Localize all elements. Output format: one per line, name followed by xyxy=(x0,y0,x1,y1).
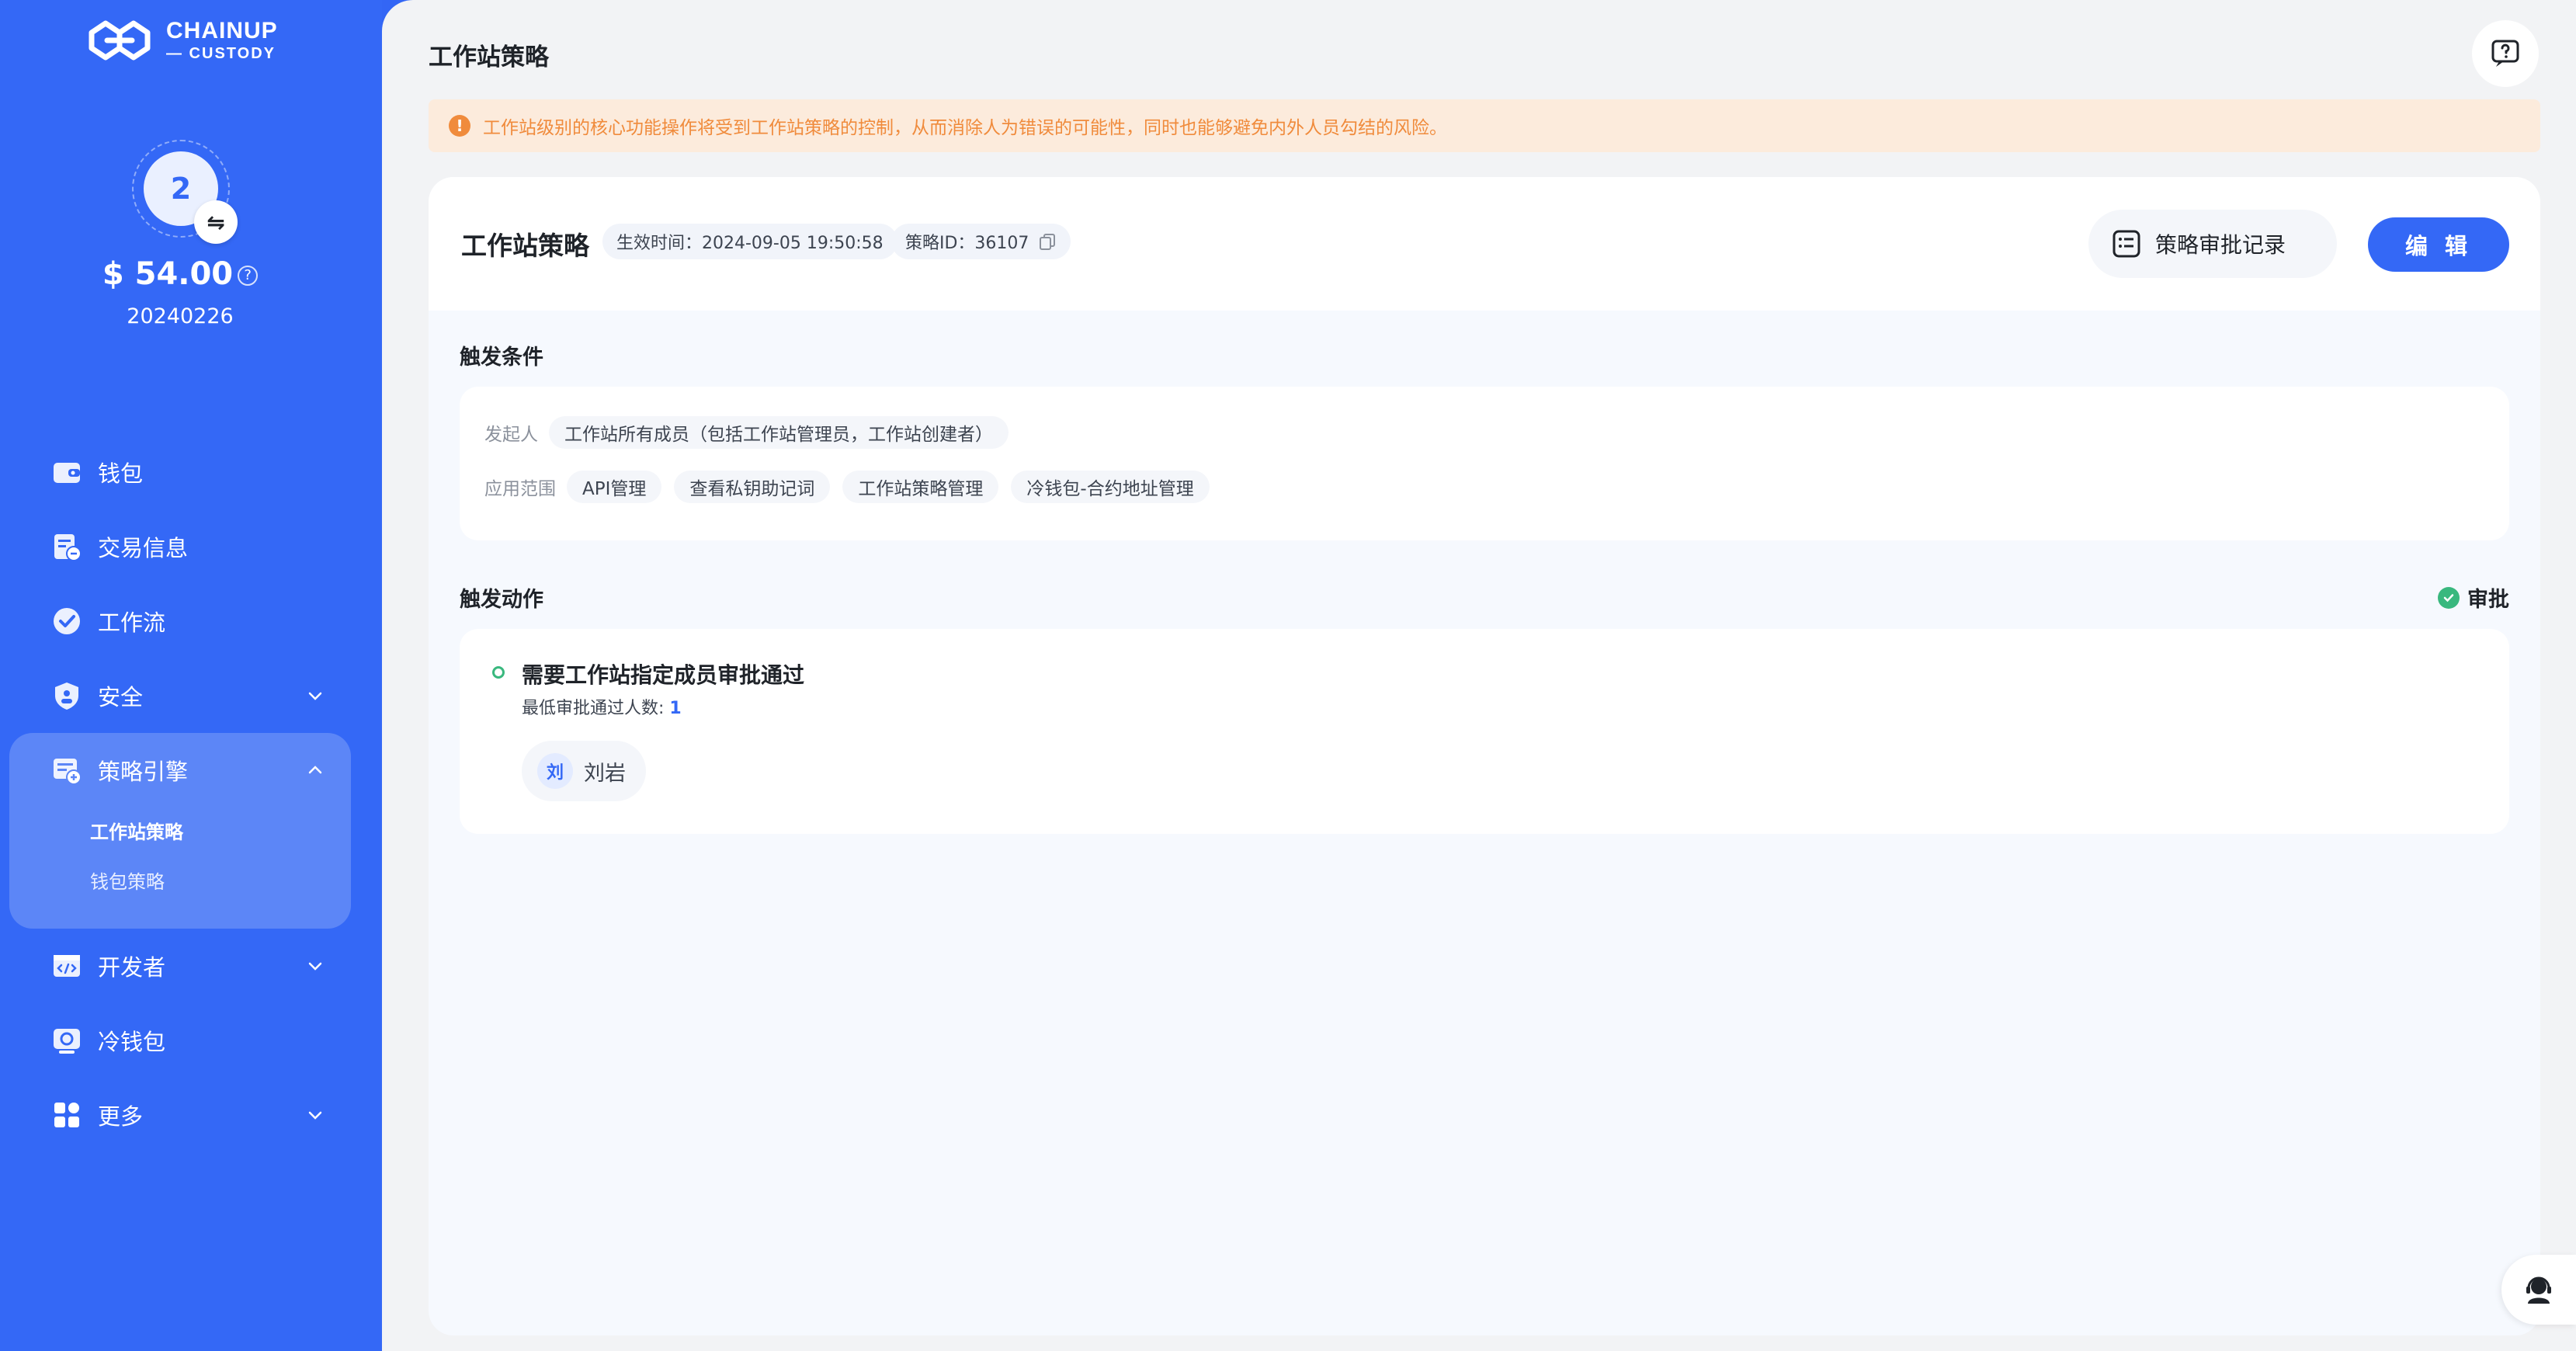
logo-title: CHAINUP xyxy=(166,18,278,43)
sidebar-item-label: 交易信息 xyxy=(98,535,189,561)
strategy-icon xyxy=(51,755,82,786)
policy-id: 策略ID：36107 xyxy=(905,234,1029,253)
page-title: 工作站策略 xyxy=(429,43,549,71)
shield-icon xyxy=(51,680,82,711)
sidebar-subitem-wallet-policy[interactable]: 钱包策略 xyxy=(9,857,351,907)
policy-title: 工作站策略 xyxy=(461,231,589,261)
check-circle-icon xyxy=(2438,586,2460,609)
chevron-up-icon[interactable] xyxy=(306,761,325,780)
approval-flag-label: 审批 xyxy=(2467,588,2509,612)
balance-value: $ 54.00 xyxy=(102,256,234,292)
feedback-button[interactable] xyxy=(2472,20,2539,87)
approver-member-chip: 刘 刘岩 xyxy=(522,741,646,801)
question-chat-icon xyxy=(2491,40,2519,67)
list-document-icon xyxy=(2113,230,2140,258)
notice-banner: ! 工作站级别的核心功能操作将受到工作站策略的控制，从而消除人为错误的可能性，同… xyxy=(429,99,2540,152)
avatar: 刘 xyxy=(537,753,573,789)
copy-icon[interactable] xyxy=(1038,232,1057,251)
initiator-tag: 工作站所有成员（包括工作站管理员，工作站创建者） xyxy=(549,416,1009,449)
sidebar-item-transactions[interactable]: 交易信息 xyxy=(0,509,360,584)
min-approvers-label: 最低审批通过人数: xyxy=(522,699,670,718)
sidebar-item-label: 策略引擎 xyxy=(98,759,189,785)
effective-time: 生效时间：2024-09-05 19:50:58 xyxy=(616,234,884,253)
sidebar-item-security[interactable]: 安全 xyxy=(0,658,360,733)
effective-time-badge: 生效时间：2024-09-05 19:50:58 xyxy=(602,224,897,259)
developer-icon xyxy=(51,950,82,981)
policy-id-badge: 策略ID：36107 xyxy=(891,224,1071,259)
logo[interactable]: CHAINUP — CUSTODY xyxy=(84,17,278,64)
initiator-row: 发起人 工作站所有成员（包括工作站管理员，工作站创建者） xyxy=(484,416,1021,449)
audit-button-label: 策略审批记录 xyxy=(2155,232,2286,258)
sidebar-group-strategy: 策略引擎 工作站策略 钱包策略 xyxy=(9,733,351,929)
sidebar-item-more[interactable]: 更多 xyxy=(0,1078,360,1152)
sidebar-item-wallet[interactable]: 钱包 xyxy=(0,435,360,509)
help-circle-icon[interactable]: ? xyxy=(238,266,259,286)
step-title: 需要工作站指定成员审批通过 xyxy=(522,662,805,688)
member-name: 刘岩 xyxy=(584,761,626,786)
sidebar-item-label: 开发者 xyxy=(98,954,166,981)
sidebar-item-cold-wallet[interactable]: 冷钱包 xyxy=(0,1003,360,1078)
chevron-down-icon[interactable] xyxy=(306,957,325,975)
trigger-actions-panel: 需要工作站指定成员审批通过 最低审批通过人数: 1 刘 刘岩 xyxy=(460,629,2509,834)
sidebar-item-label: 更多 xyxy=(98,1103,144,1130)
sidebar-item-label: 钱包 xyxy=(98,460,144,487)
trigger-actions-label: 触发动作 xyxy=(460,588,543,612)
policy-card-header: 工作站策略 生效时间：2024-09-05 19:50:58 策略ID：3610… xyxy=(429,177,2540,311)
switch-workspace-icon[interactable]: ⇋ xyxy=(194,200,238,244)
account-id: 20240226 xyxy=(127,304,234,328)
scope-tag: 查看私钥助记词 xyxy=(674,471,831,503)
edit-button[interactable]: 编 辑 xyxy=(2368,217,2509,272)
chevron-down-icon[interactable] xyxy=(306,686,325,705)
sidebar-item-label: 冷钱包 xyxy=(98,1029,166,1055)
customer-support-button[interactable] xyxy=(2501,1255,2576,1325)
logo-subtitle: — CUSTODY xyxy=(166,45,276,62)
sidebar-item-workflow[interactable]: 工作流 xyxy=(0,584,360,658)
support-agent-icon xyxy=(2526,1276,2551,1304)
warning-icon: ! xyxy=(449,115,470,137)
policy-card: 工作站策略 生效时间：2024-09-05 19:50:58 策略ID：3610… xyxy=(429,177,2540,1335)
wallet-icon xyxy=(51,457,82,488)
sidebar-item-developer[interactable]: 开发者 xyxy=(0,929,360,1003)
policy-audit-log-button[interactable]: 策略审批记录 xyxy=(2088,210,2337,278)
more-icon xyxy=(51,1099,82,1130)
notice-text: 工作站级别的核心功能操作将受到工作站策略的控制，从而消除人为错误的可能性，同时也… xyxy=(483,118,1447,138)
scope-row: 应用范围 API管理 查看私钥助记词 工作站策略管理 冷钱包-合约地址管理 xyxy=(484,471,1222,503)
main-content: 工作站策略 ! 工作站级别的核心功能操作将受到工作站策略的控制，从而消除人为错误… xyxy=(382,0,2576,1351)
initiator-key: 发起人 xyxy=(484,425,538,445)
sidebar: CHAINUP — CUSTODY 2 ⇋ $ 54.00? 20240226 … xyxy=(0,0,382,1351)
workflow-icon xyxy=(51,606,82,637)
scope-tag: API管理 xyxy=(567,471,662,503)
sidebar-item-strategy-engine[interactable]: 策略引擎 xyxy=(9,733,351,807)
balance-display: $ 54.00? xyxy=(0,256,360,292)
chevron-down-icon[interactable] xyxy=(306,1106,325,1124)
workspace-avatar[interactable]: 2 ⇋ xyxy=(132,140,238,244)
cold-wallet-icon xyxy=(51,1025,82,1056)
approval-flag: 审批 xyxy=(2438,582,2509,613)
scope-tag: 冷钱包-合约地址管理 xyxy=(1011,471,1210,503)
step-status-icon xyxy=(492,666,505,679)
min-approvers-value: 1 xyxy=(669,699,682,718)
sidebar-item-label: 安全 xyxy=(98,684,144,710)
chainup-logo-icon xyxy=(89,20,151,61)
sidebar-subitem-workstation-policy[interactable]: 工作站策略 xyxy=(9,807,351,857)
scope-tag: 工作站策略管理 xyxy=(842,471,999,503)
sidebar-item-label: 工作流 xyxy=(98,610,166,636)
trigger-conditions-panel: 发起人 工作站所有成员（包括工作站管理员，工作站创建者） 应用范围 API管理 … xyxy=(460,387,2509,540)
scope-key: 应用范围 xyxy=(484,479,556,499)
min-approvers: 最低审批通过人数: 1 xyxy=(522,694,682,719)
sidebar-nav: 钱包 交易信息 工作流 安全 策略引擎 工作站策略 钱包策略 开发者 冷钱包 更… xyxy=(0,435,360,1152)
trigger-conditions-label: 触发条件 xyxy=(460,346,543,370)
transaction-icon xyxy=(51,531,82,562)
